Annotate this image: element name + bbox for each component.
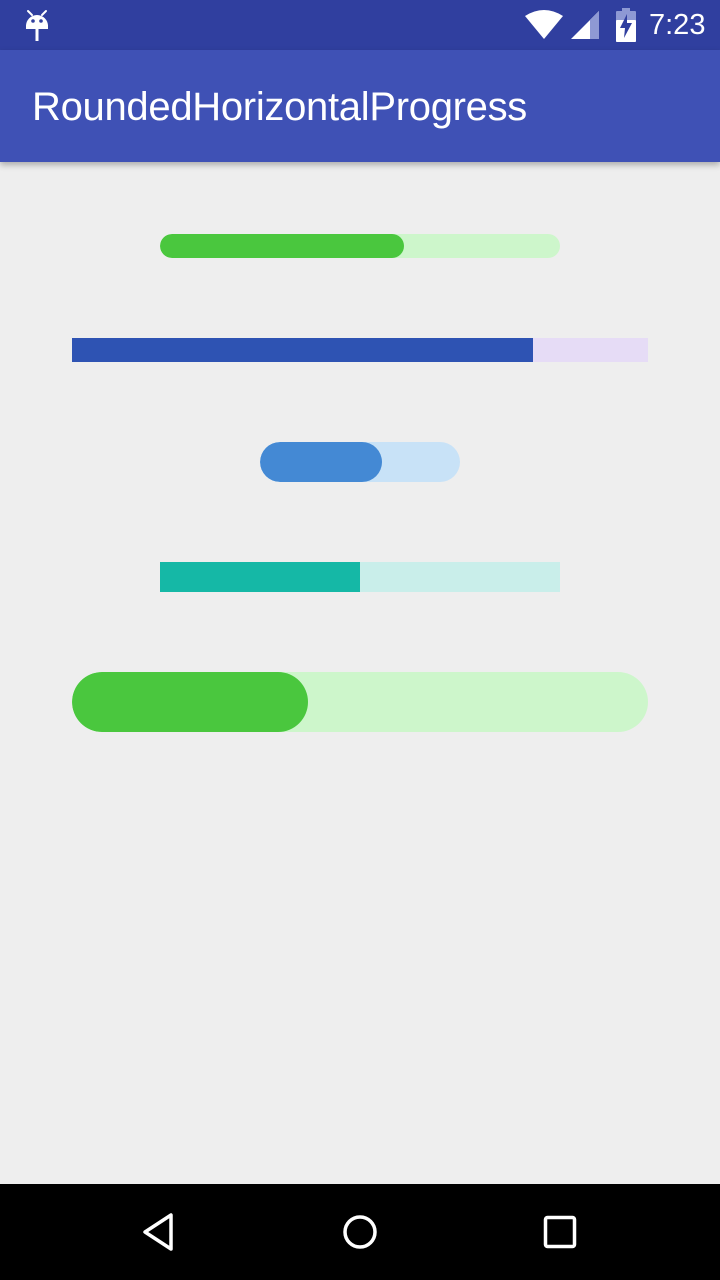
progress-fill	[72, 338, 533, 362]
signal-icon	[571, 11, 599, 39]
progress-fill	[160, 562, 360, 592]
nav-bar	[0, 1184, 720, 1280]
status-bar: 7:23	[0, 0, 720, 50]
progress-fill	[72, 672, 309, 732]
back-icon[interactable]	[136, 1208, 184, 1256]
progress-fill	[260, 442, 382, 482]
wifi-icon	[525, 10, 563, 39]
progress-fill	[160, 234, 404, 258]
home-icon[interactable]	[336, 1208, 384, 1256]
progress-rounded-short-blue	[260, 442, 460, 482]
progress-square-teal	[160, 562, 560, 592]
progress-square-blue	[72, 338, 648, 362]
app-bar: RoundedHorizontalProgress	[0, 50, 720, 162]
battery-charging-icon	[616, 8, 636, 42]
screen: 7:23 RoundedHorizontalProgress	[0, 0, 720, 1280]
recents-icon[interactable]	[536, 1208, 584, 1256]
app-title: RoundedHorizontalProgress	[32, 85, 528, 129]
progress-rounded-small-green	[160, 234, 560, 258]
status-clock: 7:23	[649, 9, 706, 41]
progress-rounded-large-green	[72, 672, 648, 732]
android-debug-icon	[26, 10, 48, 41]
